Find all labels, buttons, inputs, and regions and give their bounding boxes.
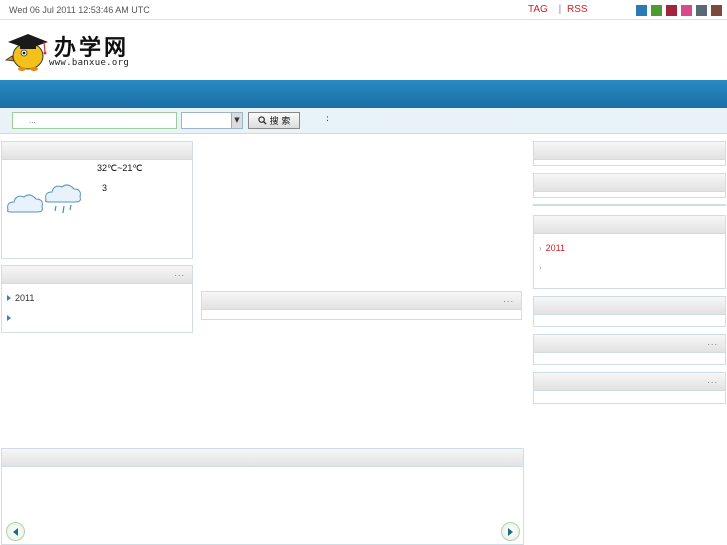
- site-logo[interactable]: 办学网 www.banxue.org: [4, 26, 144, 74]
- carousel-panel: [1, 448, 524, 545]
- list-item[interactable]: 2011: [7, 293, 34, 303]
- more-link[interactable]: ...: [174, 269, 185, 278]
- chevron-right-icon: ›: [539, 243, 542, 253]
- weather-temperature: 32℃~21℃: [97, 163, 143, 173]
- right-panel-4: [533, 296, 726, 327]
- carousel-next-button[interactable]: [501, 522, 520, 541]
- list-item-label: 2011: [545, 243, 566, 253]
- left-list-panel-header: ...: [2, 266, 192, 284]
- search-extra-text: :: [326, 114, 330, 124]
- tag-link[interactable]: TAG: [528, 4, 548, 15]
- arrow-right-icon: [508, 527, 513, 536]
- skin-switcher: [636, 5, 722, 16]
- bullet-arrow-icon: [7, 315, 11, 321]
- right-panel-5: ...: [533, 334, 726, 365]
- right-panel-5-header: ...: [534, 335, 725, 353]
- skin-swatch-green[interactable]: [651, 5, 662, 16]
- skin-swatch-pink[interactable]: [681, 5, 692, 16]
- left-list-panel: ... 2011: [1, 265, 193, 333]
- chevron-down-icon: ▼: [231, 113, 242, 128]
- top-links: TAG | RSS: [528, 4, 588, 15]
- right-panel-1: [533, 141, 726, 166]
- right-panel-6: ...: [533, 372, 726, 404]
- search-category-select[interactable]: ▼: [181, 112, 243, 129]
- search-button[interactable]: 搜 索: [248, 112, 300, 129]
- rss-link[interactable]: RSS: [567, 4, 588, 15]
- more-link[interactable]: ...: [503, 295, 514, 304]
- skin-swatch-gray[interactable]: [696, 5, 707, 16]
- top-bar: Wed 06 Jul 2011 12:53:46 AM UTC TAG | RS…: [0, 0, 727, 20]
- center-panel: ...: [201, 291, 522, 320]
- search-button-label: 搜 索: [269, 117, 291, 127]
- graduate-bird-logo-icon: [4, 34, 48, 71]
- list-item[interactable]: › 2011: [539, 243, 565, 253]
- carousel-prev-button[interactable]: [6, 522, 25, 541]
- skin-swatch-blue[interactable]: [636, 5, 647, 16]
- right-list-panel-header: [534, 216, 725, 234]
- search-bar: ... ▼ 搜 索 :: [0, 108, 727, 134]
- logo-url: www.banxue.org: [49, 58, 130, 68]
- right-panel-4-header: [534, 297, 725, 315]
- list-item-label: 2011: [15, 293, 35, 303]
- skin-swatch-brown[interactable]: [711, 5, 722, 16]
- list-item[interactable]: [7, 315, 15, 321]
- weather-panel: 32℃~21℃ 3: [1, 141, 193, 259]
- right-panel-2: [533, 173, 726, 198]
- more-link[interactable]: ...: [707, 338, 718, 347]
- skin-swatch-crimson[interactable]: [666, 5, 677, 16]
- bullet-arrow-icon: [7, 295, 11, 301]
- more-link[interactable]: ...: [707, 376, 718, 385]
- list-item[interactable]: ›: [539, 263, 546, 272]
- arrow-left-icon: [13, 527, 18, 536]
- main-nav-bar: [0, 80, 727, 108]
- weather-level: 3: [102, 183, 108, 193]
- weather-panel-header: [2, 142, 192, 160]
- divider: [533, 204, 726, 206]
- chevron-right-icon: ›: [539, 263, 542, 272]
- link-separator: |: [558, 4, 562, 15]
- right-panel-1-header: [534, 142, 725, 160]
- right-panel-6-header: ...: [534, 373, 725, 391]
- magnifier-icon: [257, 116, 267, 125]
- current-date: Wed 06 Jul 2011 12:53:46 AM UTC: [9, 5, 150, 15]
- carousel-panel-header: [2, 449, 523, 467]
- center-panel-header: ...: [202, 292, 521, 310]
- right-panel-2-header: [534, 174, 725, 192]
- rain-cloud-icon: [7, 184, 81, 214]
- search-input[interactable]: ...: [12, 112, 177, 129]
- right-list-panel: › 2011 ›: [533, 215, 726, 289]
